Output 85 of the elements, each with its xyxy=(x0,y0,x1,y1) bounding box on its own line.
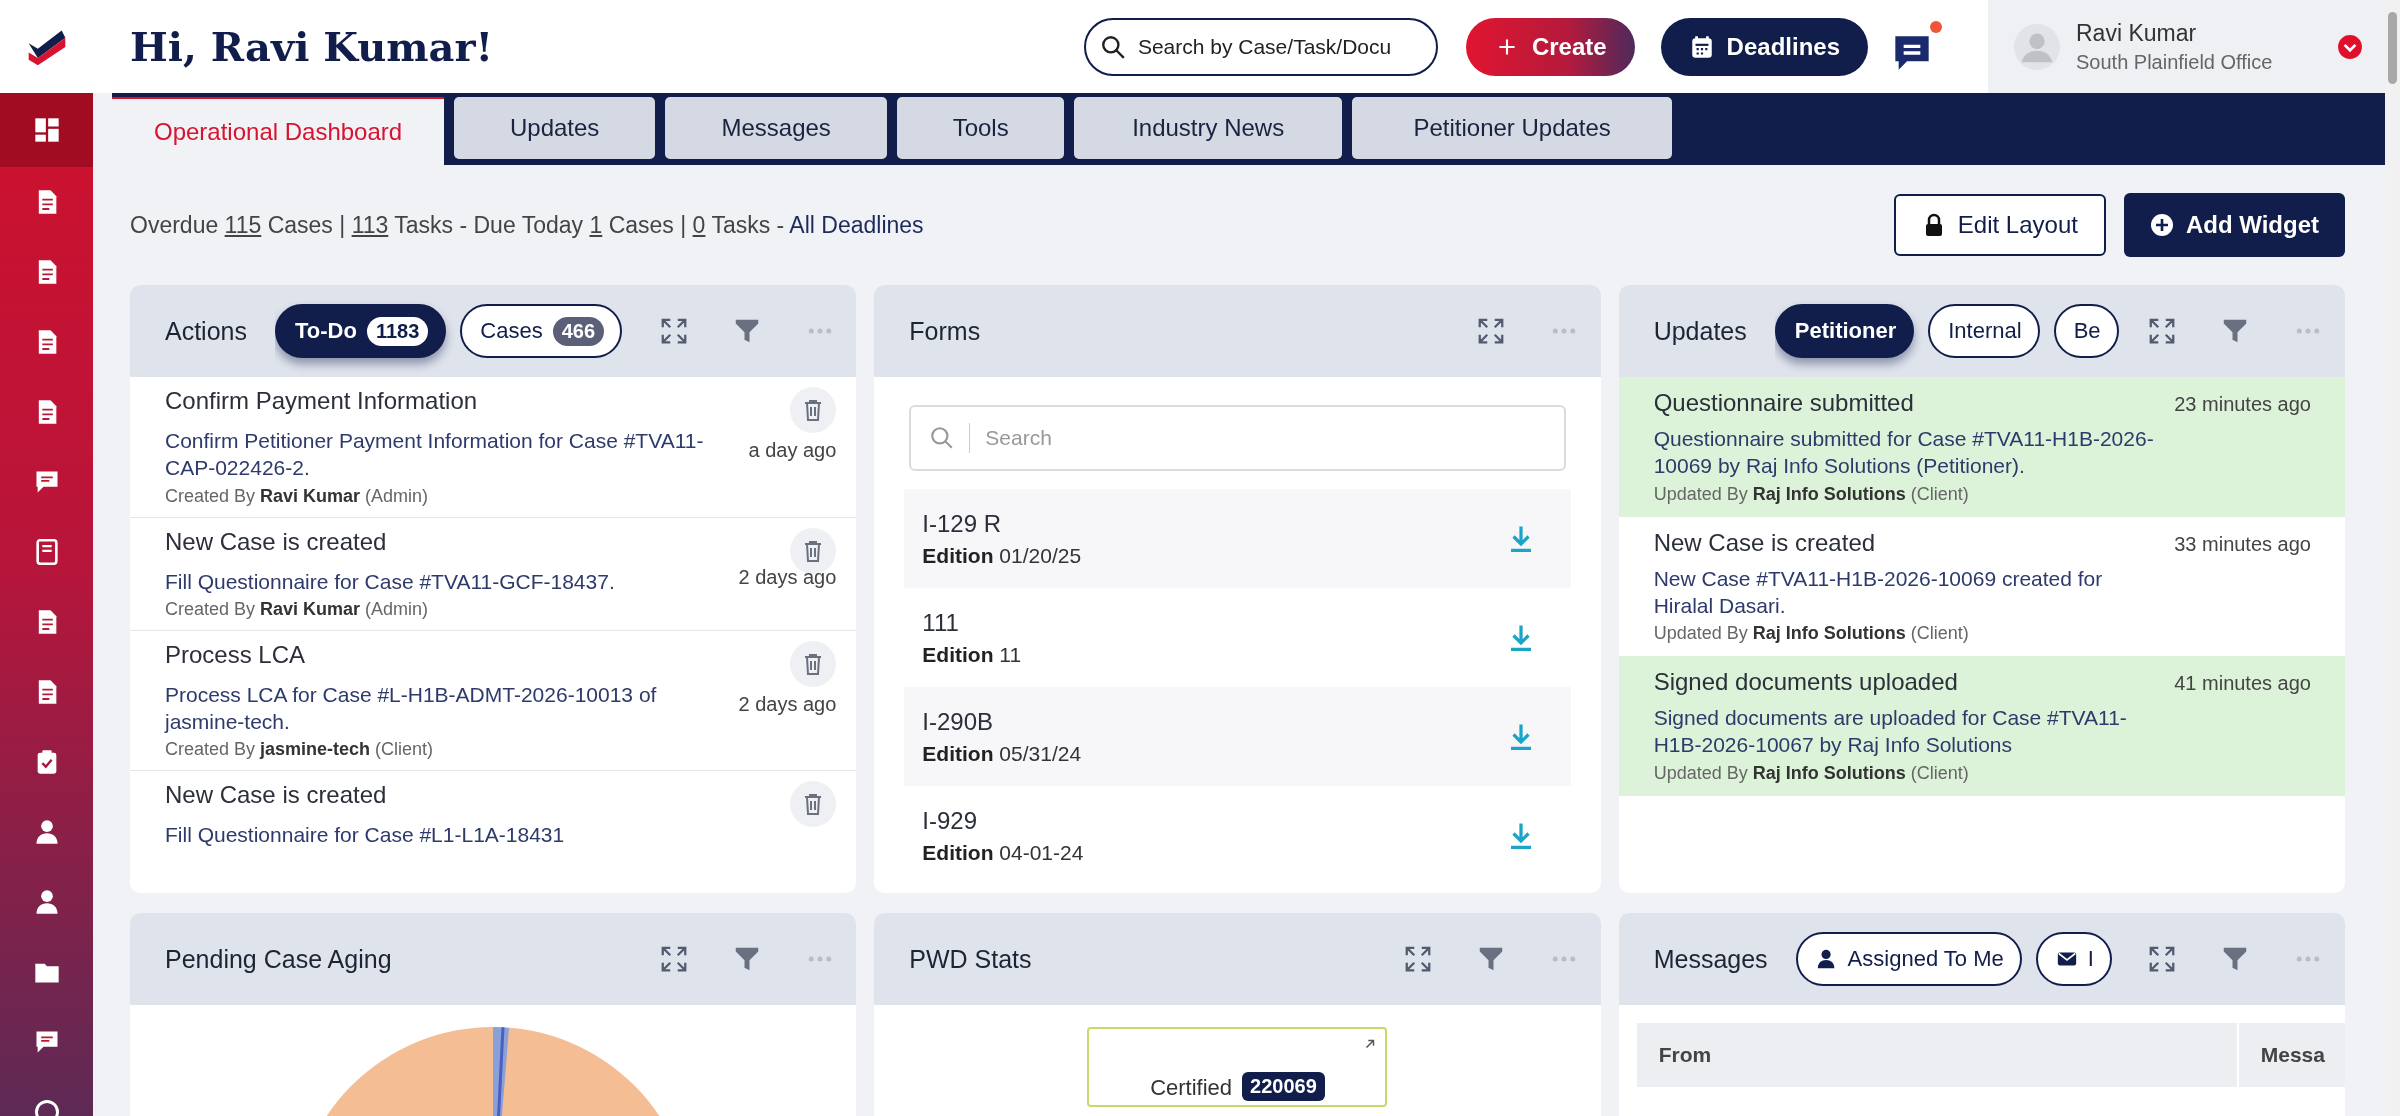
timestamp: a day ago xyxy=(748,438,837,462)
chevron-down-icon[interactable] xyxy=(2337,33,2363,60)
avatar-icon xyxy=(2014,23,2060,70)
count-link[interactable]: 113 xyxy=(351,211,389,238)
widget-title: Forms xyxy=(909,316,981,346)
update-title: New Case is created xyxy=(1653,528,1877,557)
created-by: Created By jasmine-tech (Client) xyxy=(165,739,435,761)
plus-circle-icon xyxy=(2149,213,2174,237)
timestamp: 2 days ago xyxy=(738,565,837,589)
tab[interactable]: Petitioner Updates xyxy=(1352,97,1673,159)
widget-title: PWD Stats xyxy=(909,944,1032,974)
form-name: I-929 xyxy=(922,806,979,835)
user-office: South Plainfield Office xyxy=(2076,50,2273,74)
updated-by: Updated By Raj Info Solutions (Client) xyxy=(1653,762,1970,784)
user-menu[interactable]: Ravi Kumar South Plainfield Office xyxy=(1988,0,2385,93)
count-link[interactable]: 115 xyxy=(224,211,262,238)
add-widget-button[interactable]: Add Widget xyxy=(2123,193,2345,257)
widget-title: Messages xyxy=(1653,944,1768,974)
stat-value: 220069 xyxy=(1242,1072,1325,1101)
scrollbar[interactable] xyxy=(2385,0,2400,1116)
filter-tab[interactable]: To-Do 1183 xyxy=(275,304,447,358)
column-header: Messa xyxy=(2259,1042,2326,1068)
form-edition: Edition 01/20/25 xyxy=(922,543,1082,568)
timestamp: 23 minutes ago xyxy=(2174,393,2311,416)
update-title: Signed documents uploaded xyxy=(1653,668,1959,697)
form-edition: Edition 11 xyxy=(922,642,1022,667)
edit-layout-button[interactable]: Edit Layout xyxy=(1893,194,2106,256)
updated-by: Updated By Raj Info Solutions (Client) xyxy=(1653,483,1970,505)
stat-label: Certified xyxy=(1150,1075,1233,1101)
widget-title: Pending Case Aging xyxy=(165,944,392,974)
created-by: Created By Ravi Kumar (Admin) xyxy=(165,598,430,620)
count-badge: 1183 xyxy=(366,316,429,346)
tab[interactable]: Tools xyxy=(897,97,1065,159)
filter-tab[interactable]: Be xyxy=(2053,304,2119,358)
dashboard-icon xyxy=(32,116,61,144)
deadline-summary: Overdue 115 Cases | 113 Tasks - Due Today 1 Cases | 0 Tasks - All Deadlines xyxy=(130,211,924,239)
search-field[interactable]: Search by Case/Task/Docu xyxy=(1083,17,1438,76)
deadlines-button[interactable]: Deadlines xyxy=(1660,17,1868,76)
widget-title: Actions xyxy=(165,316,247,346)
form-name: 111 xyxy=(922,608,960,637)
all-deadlines-link[interactable]: All Deadlines xyxy=(789,211,924,238)
update-description: New Case #TVA11-H1B-2026-10069 created for Hiralal Dasari. xyxy=(1653,565,2104,619)
sidebar-item[interactable] xyxy=(0,93,93,167)
search-icon xyxy=(1099,33,1126,60)
delete-button[interactable] xyxy=(790,387,837,433)
timestamp: 41 minutes ago xyxy=(2174,672,2311,696)
task-description: Process LCA for Case #L-H1B-ADMT-2026-10013 of jasmine-tech. xyxy=(165,681,658,736)
tab[interactable]: Industry News xyxy=(1074,97,1343,159)
form-edition: Edition 05/31/24 xyxy=(922,741,1082,766)
tab[interactable]: Operational Dashboard xyxy=(112,97,445,165)
count-link[interactable]: 1 xyxy=(589,211,603,238)
tab[interactable]: Updates xyxy=(454,97,656,159)
update-description: Questionnaire submitted for Case #TVA11-H1B-2026-10069 by Raj Info Solutions (Petitioner). xyxy=(1653,426,2155,480)
stat-card[interactable]: Certified 220069 xyxy=(1087,1027,1388,1107)
filter-tab[interactable]: Cases 466 xyxy=(460,304,622,358)
task-title: Process LCA xyxy=(165,640,307,670)
update-title: Questionnaire submitted xyxy=(1653,389,1915,417)
task-description: Fill Questionnaire for Case #TVA11-GCF-18437. xyxy=(165,568,616,595)
form-edition: Edition 04-01-24 xyxy=(922,840,1084,865)
filter-tab[interactable]: Assigned To Me xyxy=(1795,932,2022,986)
update-item[interactable]: Questionnaire submitted 23 minutes ago Questionnaire submitted for Case #TVA11-H1B-2026-10069 by Raj Info Solutions (Petitioner). Updated By Raj Info Solutions (Client) xyxy=(1618,377,2345,517)
count-badge: 466 xyxy=(552,316,604,346)
user-name: Ravi Kumar xyxy=(2076,19,2198,47)
created-by: Created By Ravi Kumar (Admin) xyxy=(165,485,430,507)
column-header: From xyxy=(1636,1023,2239,1087)
task-title: New Case is created xyxy=(165,527,388,557)
form-name: I-129 R xyxy=(922,509,1003,538)
update-description: Signed documents are uploaded for Case #TVA11-H1B-2026-10067 by Raj Info Solutions xyxy=(1653,705,2128,759)
tab[interactable]: Messages xyxy=(665,97,888,159)
filter-tab[interactable]: Petitioner xyxy=(1774,304,1915,358)
updated-by: Updated By Raj Info Solutions (Client) xyxy=(1653,623,1970,645)
filter-tab[interactable]: Internal xyxy=(1928,304,2040,358)
task-description: Fill Questionnaire for Case #L1-L1A-18431 xyxy=(165,822,566,849)
count-link[interactable]: 0 xyxy=(692,211,706,238)
form-name: I-290B xyxy=(922,707,995,736)
greeting-title: Hi, Ravi Kumar! xyxy=(130,23,494,70)
widget-title: Updates xyxy=(1653,316,1747,346)
timestamp: 2 days ago xyxy=(738,692,837,716)
task-title: Confirm Payment Information xyxy=(165,387,479,416)
filter-tab[interactable]: I xyxy=(2035,932,2112,986)
task-title: New Case is created xyxy=(165,781,388,811)
timestamp: 33 minutes ago xyxy=(2174,532,2311,556)
task-description: Confirm Petitioner Payment Information for Case #TVA11-CAP-022426-2. xyxy=(165,428,705,482)
create-button[interactable]: Create xyxy=(1465,17,1635,76)
update-item[interactable]: Signed documents uploaded 41 minutes ago Signed documents are uploaded for Case #TVA11-H1B-2026-10067 by Raj Info Solutions Updated By Raj Info Solutions (Client) xyxy=(1618,656,2345,796)
